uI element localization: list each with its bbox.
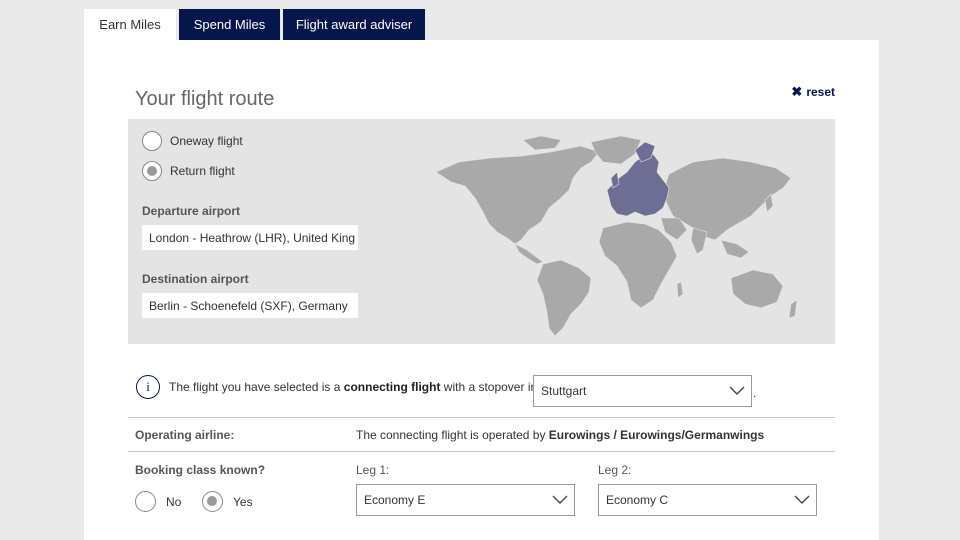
info-text-bold: connecting flight: [343, 380, 441, 394]
chevron-down-icon: [729, 386, 745, 395]
map-greenland: [590, 135, 642, 165]
info-trailing: .: [753, 386, 757, 400]
divider: [128, 451, 835, 452]
operated-airline: Eurowings / Eurowings/Germanwings: [548, 428, 765, 442]
booking-class-label: Booking class known?: [135, 463, 266, 477]
map-north-america: [435, 145, 600, 245]
world-map[interactable]: [431, 132, 803, 337]
booking-yes-label: Yes: [233, 494, 253, 509]
tab-spend-miles[interactable]: Spend Miles: [179, 9, 280, 40]
leg1-select[interactable]: Economy E: [356, 484, 575, 516]
info-text-before: The flight you have selected is a: [169, 380, 344, 394]
oneway-label: Oneway flight: [170, 134, 243, 148]
divider: [128, 417, 835, 418]
route-map-box: Oneway flight Return flight Departure ai…: [128, 119, 835, 344]
tab-bar: Earn Miles Spend Miles Flight award advi…: [84, 9, 428, 40]
tab-flight-award-adviser[interactable]: Flight award adviser: [283, 9, 425, 40]
destination-field[interactable]: Berlin - Schoenefeld (SXF), Germany: [142, 293, 358, 318]
map-madagascar: [676, 281, 684, 299]
return-label: Return flight: [170, 164, 235, 178]
map-india: [690, 227, 708, 255]
destination-label: Destination airport: [142, 272, 249, 286]
stopover-value: Stuttgart: [541, 384, 587, 398]
operated-text-before: The connecting flight is operated by: [356, 428, 549, 442]
return-radio-row[interactable]: Return flight: [142, 161, 235, 181]
oneway-radio-row[interactable]: Oneway flight: [142, 131, 243, 151]
page-title: Your flight route: [135, 88, 275, 110]
tab-earn-miles[interactable]: Earn Miles: [84, 9, 176, 40]
reset-button[interactable]: ✖ reset: [791, 84, 835, 100]
map-africa: [598, 221, 678, 309]
departure-field[interactable]: London - Heathrow (LHR), United King: [142, 225, 358, 250]
booking-no-radio[interactable]: [135, 491, 156, 512]
map-australia: [730, 269, 784, 309]
booking-no-label: No: [166, 494, 182, 509]
map-new-zealand: [788, 299, 798, 319]
reset-label: reset: [806, 85, 835, 99]
leg1-label: Leg 1:: [356, 463, 390, 477]
operated-by-text: The connecting flight is operated by Eur…: [356, 428, 764, 442]
return-radio[interactable]: [142, 161, 162, 181]
leg2-label: Leg 2:: [598, 463, 632, 477]
operating-airline-label: Operating airline:: [135, 428, 235, 442]
leg1-value: Economy E: [364, 493, 426, 507]
booking-no-row[interactable]: No: [135, 491, 181, 512]
map-south-america: [536, 259, 592, 337]
leg2-select[interactable]: Economy C: [598, 484, 817, 516]
info-icon: i: [136, 375, 160, 399]
booking-yes-radio[interactable]: [202, 491, 223, 512]
main-panel: Your flight route ✖ reset Oneway flight …: [84, 40, 879, 540]
oneway-radio[interactable]: [142, 131, 162, 151]
chevron-down-icon: [794, 495, 810, 504]
leg2-value: Economy C: [606, 493, 669, 507]
map-canada-islands: [522, 135, 562, 151]
booking-yes-row[interactable]: Yes: [202, 491, 253, 512]
departure-label: Departure airport: [142, 204, 241, 218]
connecting-info: i The flight you have selected is a conn…: [136, 375, 537, 399]
map-central-america: [514, 243, 544, 265]
close-icon: ✖: [791, 84, 803, 99]
stopover-select[interactable]: Stuttgart: [533, 375, 752, 407]
info-text-after: with a stopover in: [440, 380, 538, 394]
chevron-down-icon: [552, 495, 568, 504]
map-southeast-asia: [720, 239, 750, 259]
